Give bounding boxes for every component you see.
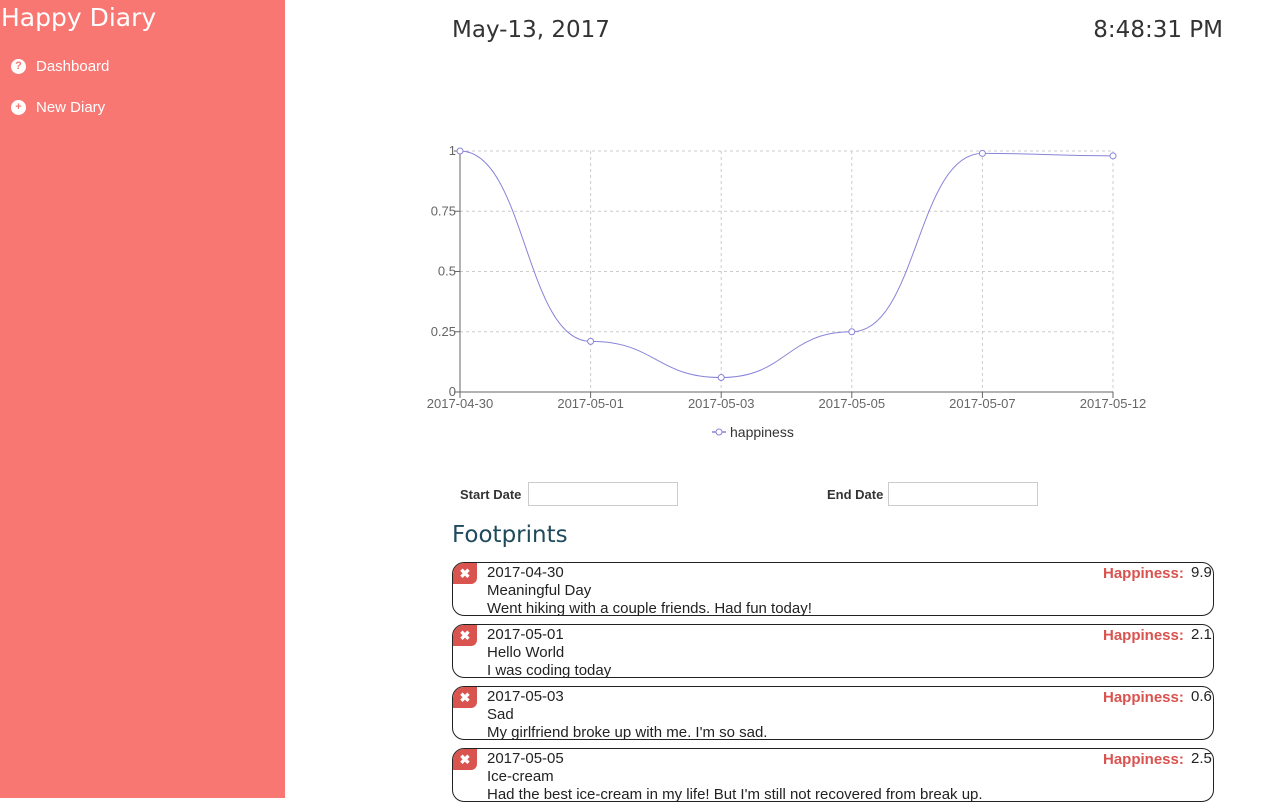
series-line-happiness bbox=[459, 150, 1114, 379]
footprint-entry: ✖ 2017-05-01 Hello World I was coding to… bbox=[452, 624, 1214, 678]
footprints-title: Footprints bbox=[452, 522, 568, 548]
close-icon: ✖ bbox=[459, 689, 471, 705]
x-tick-label: 2017-05-01 bbox=[557, 396, 624, 411]
x-tick-label: 2017-04-30 bbox=[427, 396, 494, 411]
start-date-input[interactable] bbox=[528, 482, 678, 506]
entry-title: Ice-cream bbox=[487, 768, 554, 785]
happiness-value: 2.5 bbox=[1191, 750, 1212, 767]
entry-title: Sad bbox=[487, 706, 514, 723]
delete-button[interactable]: ✖ bbox=[453, 687, 477, 708]
y-tick-label: 0.25 bbox=[431, 324, 456, 339]
happiness-label: Happiness: bbox=[1103, 627, 1184, 644]
entry-body: My girlfriend broke up with me. I'm so s… bbox=[487, 724, 768, 740]
data-point bbox=[978, 149, 986, 157]
y-tick-label: 0.75 bbox=[431, 203, 456, 218]
data-point bbox=[456, 147, 464, 155]
x-tick-label: 2017-05-05 bbox=[819, 396, 886, 411]
legend-label: happiness bbox=[730, 424, 794, 440]
happiness-label: Happiness: bbox=[1103, 689, 1184, 706]
data-point bbox=[1109, 152, 1117, 160]
delete-button[interactable]: ✖ bbox=[453, 563, 477, 584]
x-tick-label: 2017-05-03 bbox=[688, 396, 755, 411]
entry-title: Meaningful Day bbox=[487, 582, 592, 599]
footprint-entry: ✖ 2017-04-30 Meaningful Day Went hiking … bbox=[452, 562, 1214, 616]
x-tick-label: 2017-05-07 bbox=[949, 396, 1016, 411]
question-circle-icon: ? bbox=[11, 59, 26, 74]
footprint-entry: ✖ 2017-05-03 Sad My girlfriend broke up … bbox=[452, 686, 1214, 740]
sidebar-item-dashboard[interactable]: ? Dashboard bbox=[11, 58, 109, 75]
footprint-entry: ✖ 2017-05-05 Ice-cream Had the best ice-… bbox=[452, 748, 1214, 802]
sidebar-item-label: Dashboard bbox=[36, 58, 110, 75]
happiness-label: Happiness: bbox=[1103, 565, 1184, 582]
sidebar: Happy Diary ? Dashboard + New Diary bbox=[0, 0, 285, 798]
happiness-value: 9.9 bbox=[1191, 564, 1212, 581]
entry-body: Had the best ice-cream in my life! But I… bbox=[487, 786, 983, 802]
y-tick-label: 1 bbox=[449, 143, 456, 158]
happiness-label: Happiness: bbox=[1103, 751, 1184, 768]
data-point bbox=[717, 374, 725, 382]
y-tick-label: 0.5 bbox=[438, 264, 456, 279]
current-time: 8:48:31 PM bbox=[1093, 17, 1223, 43]
sidebar-item-new-diary[interactable]: + New Diary bbox=[11, 99, 105, 116]
legend-marker bbox=[715, 428, 723, 436]
entry-date: 2017-05-01 bbox=[487, 626, 564, 643]
delete-button[interactable]: ✖ bbox=[453, 625, 477, 646]
close-icon: ✖ bbox=[459, 627, 471, 643]
entry-date: 2017-04-30 bbox=[487, 564, 564, 581]
entry-date: 2017-05-05 bbox=[487, 750, 564, 767]
entry-date: 2017-05-03 bbox=[487, 688, 564, 705]
delete-button[interactable]: ✖ bbox=[453, 749, 477, 770]
happiness-value: 0.6 bbox=[1191, 688, 1212, 705]
happiness-chart: 00.250.50.7512017-04-30 2017-05-01 2017-05… bbox=[427, 143, 1147, 440]
close-icon: ✖ bbox=[459, 751, 471, 767]
brand-title[interactable]: Happy Diary bbox=[1, 3, 156, 32]
end-date-label: End Date bbox=[827, 487, 884, 502]
data-point bbox=[587, 337, 595, 345]
entry-body: Went hiking with a couple friends. Had f… bbox=[487, 600, 812, 616]
entry-body: I was coding today bbox=[487, 662, 612, 678]
current-date: May-13, 2017 bbox=[452, 17, 610, 43]
entry-title: Hello World bbox=[487, 644, 565, 661]
end-date-input[interactable] bbox=[888, 482, 1038, 506]
plus-circle-icon: + bbox=[11, 100, 26, 115]
x-tick-label: 2017-05-12 bbox=[1080, 396, 1147, 411]
start-date-label: Start Date bbox=[460, 487, 522, 502]
sidebar-item-label: New Diary bbox=[36, 99, 106, 116]
data-point bbox=[848, 328, 856, 336]
happiness-value: 2.1 bbox=[1191, 626, 1212, 643]
close-icon: ✖ bbox=[459, 565, 471, 581]
